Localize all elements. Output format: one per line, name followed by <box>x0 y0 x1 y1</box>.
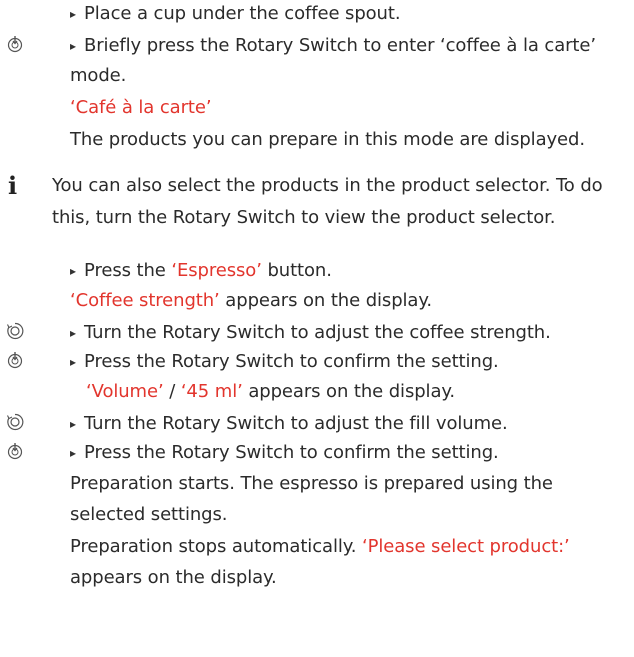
bullet-arrow-icon: ▸ <box>70 7 76 21</box>
result-products-displayed: The products you can prepare in this mod… <box>70 129 585 150</box>
step-enter-mode-cont: mode. <box>70 65 127 86</box>
result-preparation-starts: Preparation starts. The espresso is prep… <box>70 473 553 494</box>
rotary-turn-icon <box>7 322 24 340</box>
display-coffee-strength: ‘Coffee strength’ appears on the display… <box>70 290 432 311</box>
bullet-arrow-icon: ▸ <box>70 355 76 369</box>
step-turn-volume: ▸ Turn the Rotary Switch to adjust the fi… <box>70 413 508 434</box>
step-press-espresso: ▸ Press the ‘Espresso’ button. <box>70 260 332 281</box>
step-turn-strength: ▸ Turn the Rotary Switch to adjust the co… <box>70 322 551 343</box>
display-volume: ‘Volume’ / ‘45 ml’ appears on the displa… <box>86 381 456 402</box>
bullet-arrow-icon: ▸ <box>70 264 76 278</box>
step-confirm-volume: ▸ Press the Rotary Switch to confirm the … <box>70 442 499 463</box>
info-icon: i <box>8 171 18 200</box>
rotary-press-icon <box>7 352 23 369</box>
bullet-arrow-icon: ▸ <box>70 417 76 431</box>
bullet-arrow-icon: ▸ <box>70 446 76 460</box>
result-preparation-starts-cont: selected settings. <box>70 504 228 525</box>
result-preparation-stops: Preparation stops automatically. ‘Please… <box>70 536 570 557</box>
bullet-arrow-icon: ▸ <box>70 39 76 53</box>
step-place-cup: ▸ Place a cup under the coffee spout. <box>70 3 401 24</box>
result-preparation-stops-cont: appears on the display. <box>70 567 277 588</box>
bullet-arrow-icon: ▸ <box>70 326 76 340</box>
rotary-press-icon <box>7 36 23 53</box>
tip-line-2: this, turn the Rotary Switch to view the… <box>52 207 556 228</box>
rotary-turn-icon <box>7 413 24 431</box>
step-confirm-strength: ▸ Press the Rotary Switch to confirm the … <box>70 351 499 372</box>
display-text-cafe: ‘Café à la carte’ <box>70 97 212 118</box>
tip-line-1: You can also select the products in the … <box>52 175 603 196</box>
rotary-press-icon <box>7 443 23 460</box>
step-enter-mode: ▸ Briefly press the Rotary Switch to ente… <box>70 35 596 56</box>
instruction-page: ▸ Place a cup under the coffee spout. ▸ Br… <box>0 0 634 657</box>
